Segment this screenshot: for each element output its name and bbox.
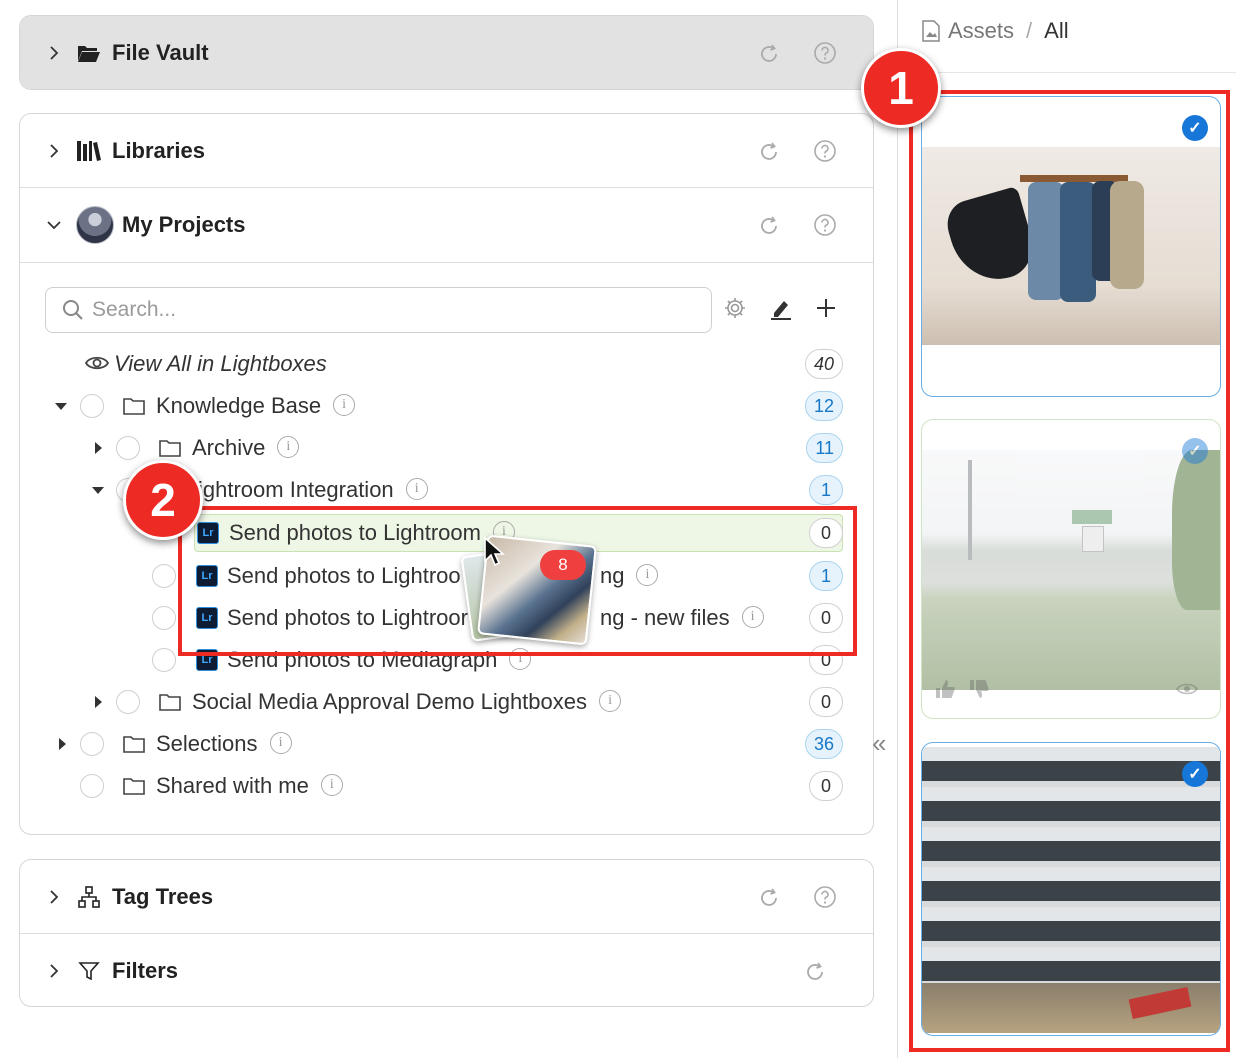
panel-divider [897, 0, 898, 1058]
view-all-count: 40 [804, 349, 843, 379]
expand-right-icon[interactable] [95, 696, 102, 708]
annotation-marker-2: 2 [123, 460, 203, 540]
folder-icon [123, 778, 145, 795]
library-books-icon [76, 139, 102, 163]
avatar [76, 206, 114, 244]
expand-right-icon[interactable] [59, 738, 66, 750]
tree-item-count: 0 [809, 687, 843, 717]
libraries-title: Libraries [112, 137, 205, 163]
chevron-right-icon [50, 889, 59, 904]
search-input[interactable] [92, 298, 652, 322]
filters-title: Filters [112, 958, 179, 983]
select-radio[interactable] [116, 436, 140, 460]
expand-right-icon[interactable] [95, 442, 102, 454]
tree-item-count: 1 [809, 475, 843, 505]
tree-item-count: 36 [804, 729, 843, 759]
select-radio[interactable] [80, 732, 104, 756]
info-icon[interactable]: i [405, 478, 428, 501]
tree-item-social-media[interactable]: Social Media Approval Demo Lightboxes i 0 [20, 682, 873, 722]
select-radio[interactable] [80, 774, 104, 798]
tree-item-count: 0 [809, 771, 843, 801]
file-vault-title: File Vault [112, 40, 209, 65]
expand-down-icon[interactable] [92, 487, 104, 494]
annotation-box-drop-targets [178, 506, 857, 656]
tree-item-count: 11 [806, 433, 843, 463]
tag-trees-header[interactable]: Tag Trees [20, 860, 873, 934]
chevron-down-icon [47, 221, 61, 230]
add-button[interactable] [811, 293, 841, 323]
breadcrumb-current: All [1044, 18, 1069, 43]
tag-filters-panel: Tag Trees Filters [19, 859, 874, 1007]
refresh-icon[interactable] [803, 960, 827, 984]
chevron-right-icon [50, 143, 59, 158]
refresh-icon[interactable] [757, 214, 781, 238]
help-icon[interactable] [813, 139, 837, 163]
tree-item-label: ightroom Integration i [198, 477, 428, 503]
breadcrumb-divider [905, 72, 1236, 73]
hierarchy-icon [76, 885, 102, 909]
file-vault-header[interactable]: File Vault [20, 16, 873, 89]
view-all-label: View All in Lightboxes [114, 351, 327, 376]
tree-item-label: Shared with me i [156, 773, 343, 799]
folder-open-icon [76, 41, 102, 65]
filters-header[interactable]: Filters [20, 934, 873, 1006]
tree-item-count: 12 [804, 391, 843, 421]
info-icon[interactable]: i [320, 774, 343, 797]
refresh-icon[interactable] [757, 140, 781, 164]
libraries-header[interactable]: Libraries [20, 114, 873, 188]
refresh-icon[interactable] [757, 886, 781, 910]
tree-item-label: Social Media Approval Demo Lightboxes i [192, 689, 622, 715]
file-vault-panel: File Vault [19, 15, 874, 90]
tree-item-label: Selections i [156, 731, 292, 757]
refresh-icon[interactable] [757, 42, 781, 66]
chevron-right-icon [50, 46, 59, 60]
settings-button[interactable] [720, 293, 750, 323]
select-radio[interactable] [152, 606, 176, 630]
plus-icon [817, 299, 835, 317]
annotation-box-assets [909, 90, 1230, 1052]
folder-icon [159, 440, 181, 457]
help-icon[interactable] [813, 41, 837, 65]
folder-icon [159, 694, 181, 711]
folder-icon [123, 736, 145, 753]
help-icon[interactable] [813, 885, 837, 909]
eye-icon [85, 356, 109, 370]
tree-item-shared-with-me[interactable]: Shared with me i 0 [20, 766, 873, 806]
view-all-lightboxes[interactable]: View All in Lightboxes 40 [20, 344, 873, 384]
my-projects-header[interactable]: My Projects [20, 188, 873, 263]
funnel-icon [76, 959, 102, 983]
select-radio[interactable] [152, 564, 176, 588]
breadcrumb-root[interactable]: Assets [948, 18, 1014, 44]
search-icon [63, 300, 83, 320]
info-icon[interactable]: i [333, 394, 356, 417]
pencil-icon [771, 301, 791, 320]
document-image-icon [922, 20, 940, 42]
my-projects-title: My Projects [122, 212, 246, 237]
annotation-marker-1: 1 [861, 48, 941, 128]
tag-trees-title: Tag Trees [112, 883, 214, 909]
tree-item-label: Knowledge Base i [156, 393, 356, 419]
select-radio[interactable] [152, 648, 176, 672]
expand-down-icon[interactable] [55, 403, 67, 410]
search-box[interactable] [45, 287, 712, 333]
select-radio[interactable] [80, 394, 104, 418]
edit-button[interactable] [766, 293, 796, 323]
gear-icon [725, 298, 745, 318]
help-icon[interactable] [813, 213, 837, 237]
info-icon[interactable]: i [269, 732, 292, 755]
select-radio[interactable] [116, 690, 140, 714]
info-icon[interactable]: i [599, 690, 622, 713]
tree-item-knowledge-base[interactable]: Knowledge Base i 12 [20, 386, 873, 426]
folder-icon [123, 398, 145, 415]
breadcrumb: Assets / All [922, 18, 1069, 44]
tree-item-label: Archive i [192, 435, 300, 461]
info-icon[interactable]: i [277, 436, 300, 459]
collapse-icon[interactable]: « [872, 728, 886, 759]
chevron-right-icon [50, 964, 59, 978]
tree-item-selections[interactable]: Selections i 36 [20, 724, 873, 764]
breadcrumb-separator: / [1026, 18, 1033, 43]
